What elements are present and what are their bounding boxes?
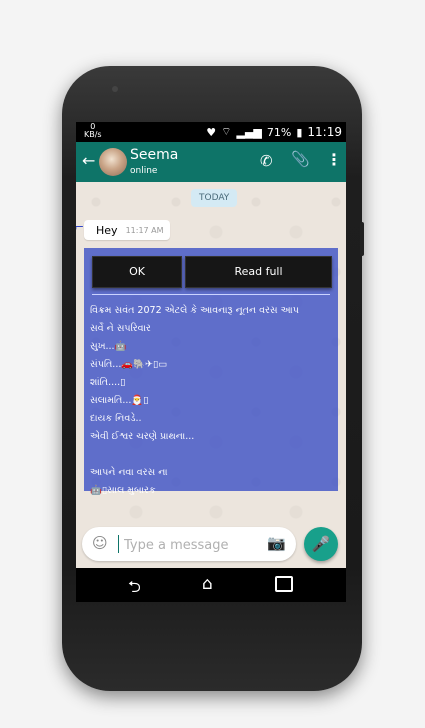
- chat-header: ← Seema online ✆ 📎 ⋮: [76, 142, 346, 182]
- battery-icon: ▮: [296, 125, 303, 139]
- avatar[interactable]: [99, 148, 127, 176]
- signal-icon: ▂▄▆: [236, 125, 262, 139]
- clock: 11:19: [307, 125, 342, 139]
- popup-line: સંપતિ...🚗🐘✈▯▭: [90, 359, 168, 370]
- side-button: [360, 222, 364, 256]
- message-time: 11:17 AM: [125, 225, 164, 235]
- popup-line: આપને નવા વરસ ના: [90, 467, 168, 478]
- popup-line: સર્વે ને સપરિવાર: [90, 323, 151, 334]
- status-bar: 0 KB/s ♥ ⌔ ▂▄▆ 71% ▮ 11:19: [76, 122, 346, 142]
- popup-line: સલામતિ...🎅▯: [90, 395, 149, 406]
- phone-icon[interactable]: ✆: [260, 152, 273, 170]
- nav-home-icon[interactable]: ⌂: [202, 574, 213, 594]
- message-input[interactable]: [122, 534, 266, 556]
- popup-message: વિક્રમ સવંત 2072 એટલે કે આવનારૂ નૂતન વરસ…: [90, 302, 334, 500]
- back-arrow-icon[interactable]: ←: [82, 151, 95, 170]
- message-composer: ☺ 📷: [82, 527, 296, 561]
- contact-status: online: [130, 166, 158, 176]
- emoji-icon[interactable]: ☺: [92, 534, 108, 552]
- vpn-icon: ♥: [206, 125, 217, 139]
- nav-back-icon[interactable]: ⮌: [128, 576, 141, 602]
- contact-name[interactable]: Seema: [130, 147, 178, 163]
- popup-line: [90, 446, 334, 464]
- screen: 0 KB/s ♥ ⌔ ▂▄▆ 71% ▮ 11:19 ← Seema onlin…: [76, 122, 346, 602]
- camera-icon[interactable]: 📷: [267, 534, 286, 552]
- more-options-icon[interactable]: ⋮: [326, 150, 342, 169]
- ok-button[interactable]: OK: [92, 256, 182, 288]
- navigation-bar: ⮌ ⌂: [76, 568, 346, 602]
- camera-dot: [112, 86, 118, 92]
- speed-unit: KB/s: [84, 130, 102, 139]
- paperclip-icon[interactable]: 📎: [291, 150, 310, 168]
- date-separator: TODAY: [191, 189, 238, 207]
- popup-line: 🤖▯સાલ મુબારક: [90, 485, 156, 496]
- mic-button[interactable]: 🎤: [304, 527, 338, 561]
- message-bubble[interactable]: Hey 11:17 AM: [84, 220, 170, 240]
- divider: [92, 294, 330, 295]
- message-popup: OK Read full વિક્રમ સવંત 2072 એટલે કે આવ…: [84, 248, 338, 496]
- wifi-icon: ⌔: [221, 125, 232, 138]
- popup-line: શાંતિ....▯: [90, 377, 126, 388]
- microphone-icon: 🎤: [311, 535, 331, 553]
- status-icons: ♥ ⌔ ▂▄▆ 71% ▮ 11:19: [206, 125, 342, 139]
- popup-line: વિક્રમ સવંત 2072 એટલે કે આવનારૂ નૂતન વરસ…: [90, 305, 299, 316]
- message-text: Hey: [96, 223, 118, 237]
- popup-line: સુખ...🤖: [90, 341, 127, 352]
- popup-line: દાયક નિવડે..: [90, 413, 142, 424]
- nav-recents-icon[interactable]: [275, 576, 293, 592]
- network-speed: 0 KB/s: [84, 123, 102, 139]
- read-full-button[interactable]: Read full: [185, 256, 332, 288]
- text-cursor: [118, 535, 119, 553]
- popup-line: એવી ઈશ્વર ચરણે પ્રાથના...: [90, 431, 195, 442]
- battery-percent: 71%: [266, 125, 292, 139]
